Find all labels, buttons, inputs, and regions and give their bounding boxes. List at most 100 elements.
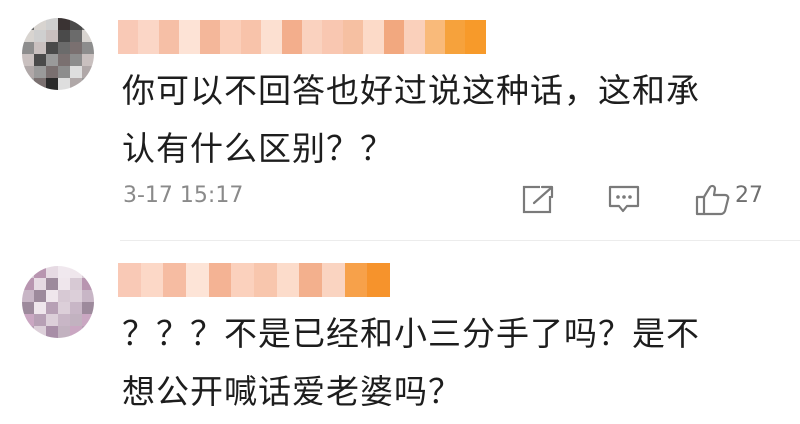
avatar-pixel (82, 54, 94, 66)
avatar-pixel (82, 290, 94, 302)
avatar-pixel (70, 326, 82, 338)
avatar-pixel (82, 42, 94, 54)
share-button[interactable] (522, 184, 556, 214)
avatar-pixel (46, 66, 58, 78)
name-pixel (363, 20, 384, 54)
avatar-pixel (82, 302, 94, 314)
name-pixel (276, 263, 300, 297)
avatar-pixel (58, 42, 70, 54)
comment-text: 你可以不回答也好过说这种话，这和承 认有什么区别？？ (122, 71, 700, 168)
avatar-pixel (70, 42, 82, 54)
name-pixel (383, 20, 405, 54)
avatar-pixel (34, 42, 46, 54)
avatar-pixel (70, 18, 82, 30)
avatar-pixel (58, 30, 70, 42)
avatar-pixel (22, 278, 34, 290)
name-pixel (367, 263, 391, 297)
name-pixel (118, 263, 141, 297)
avatar-pixel (70, 66, 82, 78)
avatar-pixel (34, 18, 46, 30)
avatar-pixel (70, 290, 82, 302)
avatar-pixel (22, 54, 34, 66)
avatar-pixel (46, 326, 58, 338)
like-button[interactable]: 27 (695, 183, 775, 216)
avatar-pixel (34, 290, 46, 302)
like-count: 27 (735, 183, 763, 208)
avatar-pixel (46, 290, 58, 302)
name-pixel (186, 263, 209, 297)
name-pixel (301, 20, 323, 54)
avatar-pixel (46, 266, 58, 278)
name-pixel (322, 263, 345, 297)
avatar-pixel (34, 78, 46, 90)
avatar-pixel (70, 54, 82, 66)
avatar-pixel (34, 314, 46, 326)
avatar-pixel (46, 278, 58, 290)
avatar-pixel (70, 314, 82, 326)
name-pixel (240, 20, 262, 54)
avatar-pixel (58, 314, 70, 326)
name-pixel (465, 20, 486, 54)
name-pixel (138, 20, 159, 54)
avatar-pixel (34, 30, 46, 42)
name-pixel (342, 20, 364, 54)
name-pixel (208, 263, 232, 297)
name-pixel (344, 263, 368, 297)
avatar-pixel (82, 314, 94, 326)
comment-timestamp: 3-17 15:17 (123, 183, 244, 208)
avatar-pixel (82, 278, 94, 290)
name-pixel (404, 20, 425, 54)
avatar-pixel (82, 18, 94, 30)
thumbs-up-icon (695, 184, 730, 216)
avatar-pixel (58, 302, 70, 314)
avatar-pixel (58, 54, 70, 66)
name-pixel (254, 263, 277, 297)
name-pixel (281, 20, 302, 54)
name-pixel (179, 20, 200, 54)
avatar-pixel (70, 302, 82, 314)
avatar-pixel (58, 18, 70, 30)
name-pixel (220, 20, 241, 54)
name-pixel (158, 20, 180, 54)
name-pixel (199, 20, 221, 54)
avatar-pixel (34, 278, 46, 290)
avatar[interactable] (22, 266, 94, 338)
avatar-pixel (22, 66, 34, 78)
username-blurred[interactable] (118, 263, 391, 297)
avatar-pixel (82, 66, 94, 78)
avatar-pixel (22, 266, 34, 278)
avatar-pixel (58, 290, 70, 302)
avatar-pixel (82, 78, 94, 90)
username-blurred[interactable] (118, 20, 486, 54)
avatar-pixel (46, 314, 58, 326)
avatar-pixel (70, 78, 82, 90)
avatar-pixel (22, 30, 34, 42)
avatar-pixel (82, 30, 94, 42)
avatar-pixel (70, 278, 82, 290)
comment-item-2: ？？？不是已经和小三分手了吗？是不 想公开喊话爱老婆吗？ (0, 241, 800, 424)
avatar-pixel (46, 302, 58, 314)
avatar-pixel (34, 266, 46, 278)
avatar-pixel (22, 42, 34, 54)
avatar-pixel (46, 18, 58, 30)
avatar-pixel (22, 290, 34, 302)
avatar-pixel (34, 302, 46, 314)
name-pixel (299, 263, 323, 297)
name-pixel (163, 263, 187, 297)
name-pixel (261, 20, 282, 54)
avatar[interactable] (22, 18, 94, 90)
avatar-pixel (70, 266, 82, 278)
name-pixel (231, 263, 255, 297)
avatar-pixel (58, 266, 70, 278)
share-icon (522, 184, 556, 214)
avatar-pixel (70, 30, 82, 42)
avatar-pixel (22, 18, 34, 30)
avatar-pixel (22, 314, 34, 326)
comment-text: ？？？不是已经和小三分手了吗？是不 想公开喊话爱老婆吗？ (122, 314, 700, 411)
comment-button[interactable] (607, 184, 641, 214)
avatar-pixel (58, 278, 70, 290)
name-pixel (118, 20, 139, 54)
avatar-pixel (82, 326, 94, 338)
avatar-pixel (34, 66, 46, 78)
avatar-pixel (46, 78, 58, 90)
